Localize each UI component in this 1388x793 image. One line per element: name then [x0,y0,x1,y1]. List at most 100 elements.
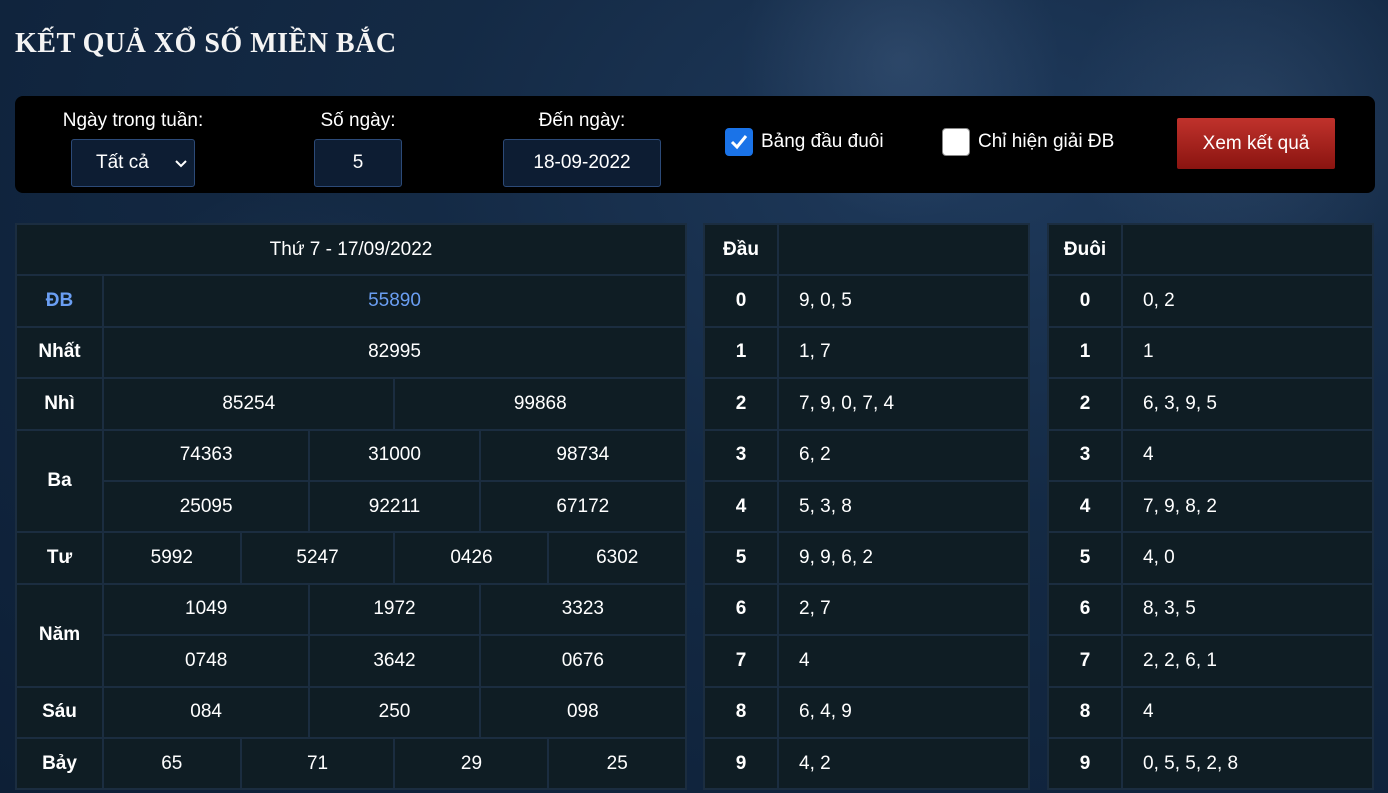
head-digit: 8 [703,685,779,739]
prize-nhi-number: 85254 [101,377,396,431]
prize-ba-number: 98734 [478,428,688,482]
head-values: 1, 7 [777,325,1030,380]
tail-table-header-blank [1121,222,1374,277]
prize-label-tu: Tư [15,531,104,585]
tail-values: 0, 5, 5, 2, 8 [1121,736,1374,791]
prize-db-number: 55890 [102,274,687,328]
head-values: 6, 2 [777,428,1030,482]
page-title: KẾT QUẢ XỔ SỐ MIỀN BẮC [15,28,397,59]
tail-digit: 6 [1047,582,1123,637]
tail-values: 2, 2, 6, 1 [1121,634,1374,688]
tail-digit: 5 [1047,531,1123,585]
head-values: 9, 9, 6, 2 [777,531,1030,585]
weekday-label: Ngày trong tuần: [62,110,204,131]
tail-values: 4 [1121,428,1374,482]
head-digit: 3 [703,428,779,482]
tail-values: 4 [1121,685,1374,739]
days-filter: Số ngày: 5 [306,110,410,187]
prize-tu-number: 5992 [102,531,242,585]
checkbox-unchecked[interactable] [942,128,970,156]
prize-sau-number: 250 [308,685,481,739]
prize-label-nhi: Nhì [15,377,104,431]
prize-sau-number: 084 [101,685,311,739]
todate-filter: Đến ngày: 18-09-2022 [503,110,661,187]
prize-ba-number: 74363 [101,428,311,482]
filter-bar [15,96,1375,193]
prize-bay-number: 71 [239,736,396,791]
onlydb-label: Chỉ hiện giải ĐB [978,131,1115,152]
head-digit: 4 [703,479,779,534]
head-digit: 6 [703,582,779,637]
tail-values: 4, 0 [1121,531,1374,585]
prize-tu-number: 6302 [547,531,687,585]
headtail-checkbox[interactable]: Bảng đầu đuôi [725,128,884,156]
head-values: 5, 3, 8 [777,479,1030,534]
prize-label-db: ĐB [15,274,104,328]
prize-nam-number: 3642 [308,634,481,688]
prize-bay-number: 65 [102,736,242,791]
prize-label-nhat: Nhất [15,325,104,380]
head-table-header: Đầu [703,222,779,277]
chevron-down-icon [175,160,187,168]
prize-ba-number: 25095 [101,479,311,534]
head-values: 6, 4, 9 [777,685,1030,739]
results-table: Thứ 7 - 17/09/2022 ĐB 55890 Nhất 82995 N… [15,222,688,791]
tail-digit: 3 [1047,428,1123,482]
prize-nam-number: 3323 [478,582,688,637]
onlydb-checkbox[interactable]: Chỉ hiện giải ĐB [942,128,1114,156]
head-digit: 2 [703,377,779,431]
prize-nam-number: 1049 [101,582,311,637]
head-values: 4 [777,634,1030,688]
tail-digit: 1 [1047,325,1123,380]
head-digit: 9 [703,736,779,791]
prize-tu-number: 5247 [239,531,396,585]
prize-ba-number: 92211 [308,479,481,534]
weekday-value: Tất cả [96,152,149,173]
tail-table: Đuôi 0 0, 2 11 2 6, 3, 9, 5 34 4 7, 9, 8, 2… [1047,222,1374,791]
days-value: 5 [352,152,364,173]
prize-ba-number: 67172 [478,479,688,534]
tail-digit: 7 [1047,634,1123,688]
head-digit: 5 [703,531,779,585]
weekday-filter: Ngày trong tuần: Tất cả [55,110,211,187]
tail-table-header: Đuôi [1047,222,1123,277]
prize-nhat-number: 82995 [102,325,687,380]
prize-nam-number: 1972 [308,582,481,637]
head-table: Đầu 0 9, 0, 5 1 1, 7 2 7, 9, 0, 7, 4 3 6, 2 … [703,222,1030,791]
tail-values: 0, 2 [1121,274,1374,328]
head-digit: 1 [703,325,779,380]
prize-label-ba: Ba [15,428,104,534]
tail-digit: 9 [1047,736,1123,791]
tail-values: 1 [1121,325,1374,380]
checkbox-checked[interactable] [725,128,753,156]
head-table-header-blank [777,222,1030,277]
tail-digit: 2 [1047,377,1123,431]
head-digit: 0 [703,274,779,328]
headtail-label: Bảng đầu đuôi [761,131,884,152]
prize-label-sau: Sáu [15,685,104,739]
head-values: 9, 0, 5 [777,274,1030,328]
date-header: Thứ 7 - 17/09/2022 [15,222,687,277]
days-label: Số ngày: [320,110,396,131]
view-results-button[interactable]: Xem kết quả [1177,118,1335,169]
head-digit: 7 [703,634,779,688]
todate-label: Đến ngày: [538,110,626,131]
days-input[interactable]: 5 [314,139,402,187]
prize-nam-number: 0748 [101,634,311,688]
prize-bay-number: 29 [393,736,550,791]
check-icon [730,135,748,150]
prize-label-nam: Năm [15,582,104,688]
tail-values: 8, 3, 5 [1121,582,1374,637]
tail-values: 6, 3, 9, 5 [1121,377,1374,431]
tail-digit: 8 [1047,685,1123,739]
tail-values: 7, 9, 8, 2 [1121,479,1374,534]
head-values: 2, 7 [777,582,1030,637]
prize-nam-number: 0676 [478,634,688,688]
head-values: 4, 2 [777,736,1030,791]
prize-tu-number: 0426 [393,531,550,585]
prize-ba-number: 31000 [308,428,481,482]
prize-bay-number: 25 [547,736,687,791]
todate-input[interactable]: 18-09-2022 [503,139,661,187]
prize-label-bay: Bảy [15,736,104,791]
weekday-select[interactable]: Tất cả [71,139,195,187]
